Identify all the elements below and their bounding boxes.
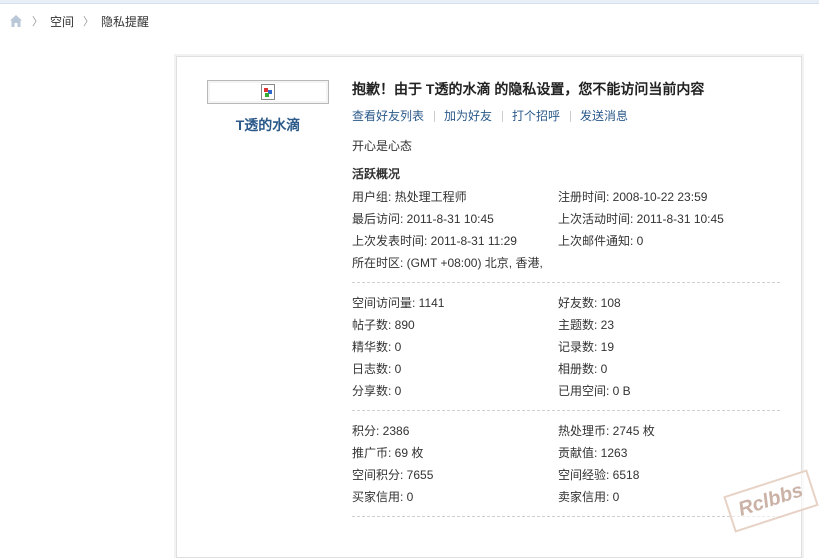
heat-coins: 热处理币: 2745 枚 [558,424,655,438]
credits-grid: 积分: 2386 热处理币: 2745 枚 推广币: 69 枚 贡献值: 126… [352,420,780,508]
top-border [0,0,819,4]
activity-grid: 用户组: 热处理工程师 注册时间: 2008-10-22 23:59 最后访问:… [352,186,780,274]
divider [434,110,436,122]
register-time: 注册时间: 2008-10-22 23:59 [558,190,708,204]
profile-content: 抱歉！由于 T透的水滴 的隐私设置，您不能访问当前内容 查看好友列表 加为好友 … [352,79,780,526]
home-icon[interactable] [9,14,23,28]
last-activity: 上次活动时间: 2011-8-31 10:45 [558,212,724,226]
say-hello-link[interactable]: 打个招呼 [512,108,560,124]
profile-actions: 查看好友列表 加为好友 打个招呼 发送消息 [352,108,780,124]
space-points: 空间积分: 7655 [352,468,434,482]
username[interactable]: T透的水滴 [207,115,329,135]
last-visit: 最后访问: 2011-8-31 10:45 [352,212,494,226]
points: 积分: 2386 [352,424,410,438]
album-count: 相册数: 0 [558,362,608,376]
stats-grid: 空间访问量: 1141 好友数: 108 帖子数: 890 主题数: 23 精华… [352,292,780,402]
space-exp: 空间经验: 6518 [558,468,640,482]
used-space: 已用空间: 0 B [558,384,631,398]
friend-count: 好友数: 108 [558,296,621,310]
record-count: 记录数: 19 [558,340,615,354]
last-post: 上次发表时间: 2011-8-31 11:29 [352,234,517,248]
send-message-link[interactable]: 发送消息 [580,108,628,124]
breadcrumb-separator: 〉 [32,16,43,28]
breadcrumb-privacy: 隐私提醒 [101,14,150,29]
divider [352,410,780,411]
divider [352,516,780,517]
last-mail-notice: 上次邮件通知: 0 [558,234,644,248]
section-title: 活跃概况 [352,167,401,181]
blog-count: 日志数: 0 [352,362,402,376]
view-friends-link[interactable]: 查看好友列表 [352,108,424,124]
breadcrumb: 〉 空间 〉 隐私提醒 [9,12,149,30]
divider [352,282,780,283]
broken-image-icon [261,84,275,100]
motto: 开心是心态 [352,139,413,153]
digest-count: 精华数: 0 [352,340,402,354]
divider [570,110,572,122]
breadcrumb-separator: 〉 [83,16,95,28]
thread-count: 主题数: 23 [558,318,615,332]
avatar[interactable] [207,80,329,104]
divider [502,110,504,122]
post-count: 帖子数: 890 [352,318,415,332]
privacy-panel: T透的水滴 抱歉！由于 T透的水滴 的隐私设置，您不能访问当前内容 查看好友列表… [176,56,802,558]
contribution: 贡献值: 1263 [558,446,628,460]
privacy-notice: 抱歉！由于 T透的水滴 的隐私设置，您不能访问当前内容 [352,81,705,97]
buyer-credit: 买家信用: 0 [352,490,414,504]
breadcrumb-space[interactable]: 空间 [50,13,74,30]
share-count: 分享数: 0 [352,384,402,398]
promo-coins: 推广币: 69 枚 [352,446,424,460]
user-group: 用户组: 热处理工程师 [352,190,467,204]
add-friend-link[interactable]: 加为好友 [444,108,492,124]
space-visits: 空间访问量: 1141 [352,296,445,310]
timezone: 所在时区: (GMT +08:00) 北京, 香港, [352,256,543,270]
